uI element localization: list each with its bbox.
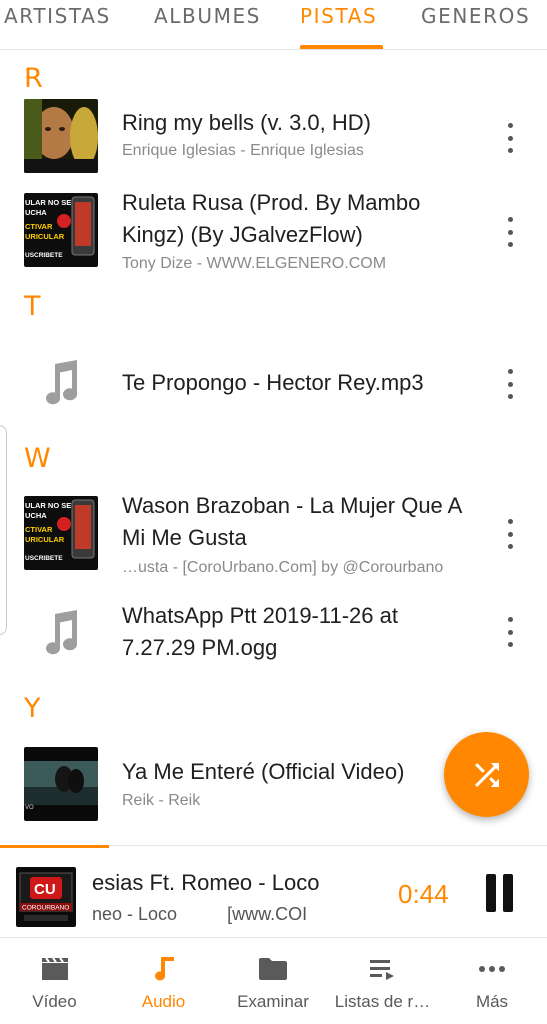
music-note-icon — [24, 346, 98, 420]
track-list[interactable]: R Ring my bells (v. 3.0, HD) Enrique Igl… — [0, 51, 547, 845]
now-playing-artwork: CU COROURBANO — [16, 867, 76, 927]
section-header-r: R — [24, 63, 43, 94]
now-playing-artwork-text: COROURBANO — [22, 905, 69, 912]
artwork-text-1: ULAR NO SE — [25, 198, 71, 207]
fast-scroll-handle[interactable] — [0, 425, 7, 635]
folder-icon — [258, 956, 288, 982]
nav-examinar[interactable]: Examinar — [218, 938, 328, 1024]
music-note-icon — [24, 596, 98, 670]
active-tab-indicator — [300, 45, 383, 49]
track-title: Ruleta Rusa (Prod. By Mambo Kingz) (By J… — [122, 190, 421, 247]
pause-button[interactable] — [484, 874, 514, 912]
nav-examinar-label: Examinar — [237, 992, 309, 1011]
track-item[interactable]: Ring my bells (v. 3.0, HD) Enrique Igles… — [0, 91, 547, 181]
track-subtitle: …usta - [CoroUrbano.Com] by @Corourbano — [122, 559, 444, 576]
more-options-icon[interactable] — [500, 519, 520, 549]
section-header-y: Y — [24, 693, 41, 724]
artwork-text-1: ULAR NO SE — [25, 501, 71, 510]
artwork-text-5: USCRIBETE — [25, 252, 63, 259]
playback-progress-bar — [0, 845, 110, 848]
nav-playlists-label: Listas de r… — [334, 992, 431, 1011]
svg-text:CU: CU — [34, 881, 56, 898]
now-playing-subtitle: neo - Loco [www.COI — [92, 904, 308, 924]
artwork-text-4: URICULAR — [25, 232, 65, 241]
track-subtitle: Tony Dize - WWW.ELGENERO.COM — [122, 255, 387, 272]
movie-icon — [40, 956, 70, 982]
more-options-icon[interactable] — [500, 217, 520, 247]
tab-generos[interactable]: GENEROS — [421, 4, 530, 28]
track-item[interactable]: ULAR NO SE UCHA CTIVAR URICULAR USCRIBET… — [0, 483, 547, 583]
nav-video[interactable]: Vídeo — [0, 938, 109, 1024]
track-item[interactable]: WhatsApp Ptt 2019-11-26 at 7.27.29 PM.og… — [0, 591, 547, 679]
top-tab-bar: ARTISTAS ALBUMES PISTAS GENEROS — [0, 0, 547, 50]
more-options-icon[interactable] — [500, 123, 520, 153]
track-title: WhatsApp Ptt 2019-11-26 at 7.27.29 PM.og… — [122, 603, 398, 660]
track-artwork — [24, 99, 98, 173]
track-subtitle: Reik - Reik — [122, 792, 201, 809]
track-item[interactable]: ULAR NO SE UCHA CTIVAR URICULAR USCRIBET… — [0, 181, 547, 281]
nav-more-label: Más — [475, 992, 509, 1011]
artwork-text: VO — [25, 805, 34, 811]
more-options-icon[interactable] — [500, 369, 520, 399]
playlist-icon — [368, 956, 398, 982]
nav-audio-label: Audio — [141, 992, 186, 1011]
track-artwork: VO — [24, 747, 98, 821]
now-playing-title: esias Ft. Romeo - Loco — [92, 870, 320, 895]
track-item[interactable]: Te Propongo - Hector Rey.mp3 — [0, 343, 547, 423]
track-subtitle: Enrique Iglesias - Enrique Iglesias — [122, 142, 364, 159]
track-title: Te Propongo - Hector Rey.mp3 — [122, 370, 424, 395]
track-artwork: ULAR NO SE UCHA CTIVAR URICULAR USCRIBET… — [24, 193, 98, 267]
tab-pistas[interactable]: PISTAS — [300, 4, 377, 28]
artwork-text-4: URICULAR — [25, 535, 65, 544]
music-note-icon — [149, 956, 179, 982]
track-title: Ya Me Enteré (Official Video) — [122, 759, 405, 784]
playback-time: 0:44 — [398, 879, 449, 909]
artwork-text-2: UCHA — [25, 511, 47, 520]
bottom-navigation: Vídeo Audio Examinar Listas de r… Más — [0, 937, 547, 1024]
artwork-text-2: UCHA — [25, 208, 47, 217]
mini-player[interactable]: CU COROURBANO esias Ft. Romeo - Loco neo… — [0, 845, 547, 937]
pause-icon — [486, 874, 496, 912]
nav-audio[interactable]: Audio — [109, 938, 218, 1024]
tab-albumes[interactable]: ALBUMES — [154, 4, 261, 28]
section-header-t: T — [24, 291, 41, 322]
track-artwork: ULAR NO SE UCHA CTIVAR URICULAR USCRIBET… — [24, 496, 98, 570]
track-title: Ring my bells (v. 3.0, HD) — [122, 110, 371, 135]
nav-playlists[interactable]: Listas de r… — [328, 938, 437, 1024]
more-options-icon[interactable] — [500, 617, 520, 647]
artwork-text-3: CTIVAR — [25, 525, 53, 534]
shuffle-button[interactable] — [444, 732, 529, 817]
artwork-text-5: USCRIBETE — [25, 555, 63, 562]
nav-video-label: Vídeo — [32, 992, 77, 1011]
nav-more[interactable]: Más — [437, 938, 547, 1024]
shuffle-icon — [474, 762, 499, 787]
more-horizontal-icon — [477, 956, 507, 982]
section-header-w: W — [24, 443, 51, 474]
track-title: Wason Brazoban - La Mujer Que A Mi Me Gu… — [122, 493, 462, 550]
artwork-text-3: CTIVAR — [25, 222, 53, 231]
tab-artistas[interactable]: ARTISTAS — [4, 4, 111, 28]
